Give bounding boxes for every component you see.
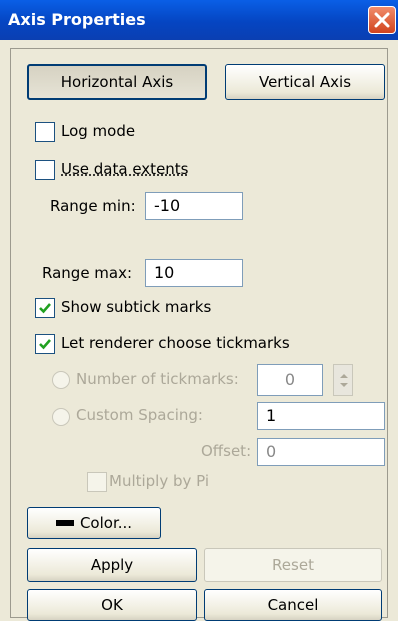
custom-spacing-label: Custom Spacing: — [76, 406, 203, 424]
custom-spacing-radio[interactable] — [52, 408, 70, 426]
show-subtick-checkbox[interactable] — [35, 298, 55, 318]
range-min-input[interactable]: -10 — [145, 192, 243, 220]
number-of-tickmarks-label: Number of tickmarks: — [76, 370, 239, 388]
tab-vertical-axis-label: Vertical Axis — [258, 73, 352, 91]
tab-vertical-axis[interactable]: Vertical Axis — [225, 64, 385, 100]
reset-button-label: Reset — [272, 556, 314, 574]
tab-horizontal-axis[interactable]: Horizontal Axis — [27, 64, 207, 100]
number-of-tickmarks-radio[interactable] — [52, 371, 70, 389]
spin-up-icon — [340, 374, 348, 378]
cancel-button-label: Cancel — [267, 596, 319, 614]
multiply-by-pi-label: Multiply by Pi — [109, 472, 210, 490]
ok-button[interactable]: OK — [27, 589, 197, 621]
offset-label: Offset: — [201, 442, 252, 460]
apply-button[interactable]: Apply — [27, 548, 197, 582]
tab-horizontal-axis-label: Horizontal Axis — [60, 73, 174, 91]
window-title: Axis Properties — [8, 10, 146, 29]
title-bar: Axis Properties — [0, 0, 398, 40]
apply-button-label: Apply — [90, 556, 134, 574]
range-max-label: Range max: — [42, 264, 133, 282]
color-button-label: Color... — [79, 514, 133, 532]
range-max-input[interactable]: 10 — [145, 259, 243, 287]
multiply-by-pi-checkbox[interactable] — [87, 472, 107, 492]
checkmark-icon — [39, 339, 51, 350]
range-min-label: Range min: — [50, 197, 136, 215]
spin-down-icon — [340, 383, 348, 387]
use-data-extents-checkbox[interactable] — [35, 160, 55, 180]
color-button[interactable]: Color... — [27, 507, 161, 539]
color-swatch-icon — [55, 520, 74, 526]
ok-button-label: OK — [101, 596, 123, 614]
cancel-button[interactable]: Cancel — [204, 589, 382, 621]
close-icon — [374, 12, 390, 28]
number-of-tickmarks-input[interactable]: 0 — [257, 364, 323, 396]
reset-button[interactable]: Reset — [204, 548, 382, 582]
show-subtick-label: Show subtick marks — [61, 298, 212, 316]
custom-spacing-input[interactable]: 1 — [257, 402, 385, 430]
log-mode-checkbox[interactable] — [35, 122, 55, 142]
checkmark-icon — [39, 303, 51, 314]
offset-input[interactable]: 0 — [257, 438, 385, 466]
let-renderer-checkbox[interactable] — [35, 334, 55, 354]
tickmarks-spinner[interactable] — [333, 364, 353, 396]
log-mode-label: Log mode — [61, 122, 136, 140]
close-button[interactable] — [368, 6, 396, 34]
use-data-extents-label: Use data extents — [61, 160, 189, 178]
let-renderer-label: Let renderer choose tickmarks — [61, 334, 290, 352]
